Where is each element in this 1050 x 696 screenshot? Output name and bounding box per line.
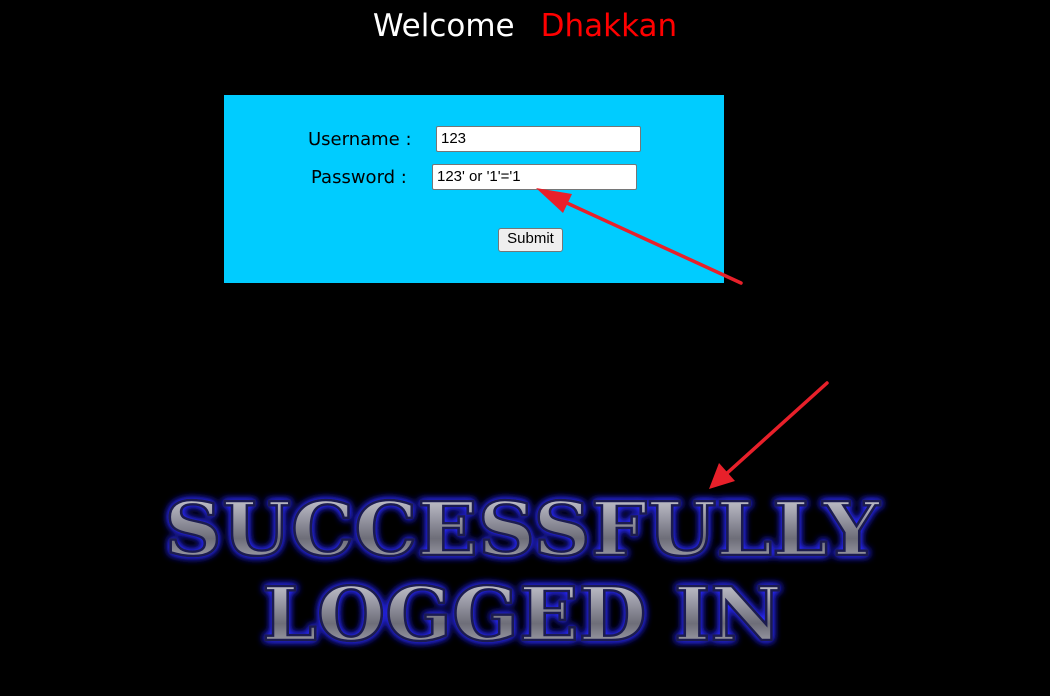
submit-button[interactable]: Submit — [498, 228, 563, 252]
username-label: Username : — [308, 129, 412, 150]
success-banner: SUCCESSFULLY LOGGED IN — [163, 486, 882, 655]
banner-line-1: SUCCESSFULLY — [165, 487, 881, 573]
username-input[interactable]: 123 — [436, 126, 641, 152]
login-form: Username : 123 Password : 123' or '1'='1… — [224, 95, 724, 283]
welcome-text: Welcome — [372, 8, 515, 44]
welcome-header: Welcome Dhakkan — [0, 6, 1050, 46]
password-label: Password : — [311, 167, 407, 188]
welcome-user-name: Dhakkan — [540, 8, 678, 44]
page: Welcome Dhakkan Username : 123 Password :… — [0, 0, 1050, 696]
banner-line-2: LOGGED IN — [262, 572, 782, 655]
arrow-to-banner-icon — [709, 381, 829, 489]
password-input[interactable]: 123' or '1'='1 — [432, 164, 637, 190]
